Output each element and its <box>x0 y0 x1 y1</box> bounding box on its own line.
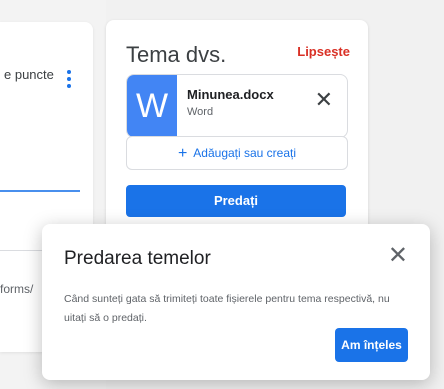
word-file-icon: W <box>127 75 177 137</box>
remove-file-icon[interactable]: ✕ <box>315 89 333 111</box>
turn-in-highlight: Predați <box>122 180 350 222</box>
your-work-title: Tema dvs. <box>126 42 227 67</box>
underline-divider <box>0 190 80 192</box>
add-or-create-label: Adăugați sau creați <box>193 146 297 160</box>
missing-status: Lipsește <box>297 44 350 59</box>
forms-link-fragment[interactable]: forms/ <box>0 282 33 296</box>
got-it-button[interactable]: Am înțeles <box>335 328 408 362</box>
turn-in-tip-dialog: Predarea temelor ✕ Când sunteți gata să … <box>42 224 430 380</box>
add-or-create-button[interactable]: + Adăugați sau creați <box>126 136 348 170</box>
file-name: Minunea.docx <box>187 87 274 102</box>
more-options-icon[interactable] <box>66 70 72 88</box>
dialog-body: Când sunteți gata să trimiteți toate fiș… <box>64 293 390 324</box>
dialog-title: Predarea temelor <box>64 248 211 269</box>
attached-file[interactable]: W Minunea.docx Word ✕ <box>126 74 348 138</box>
points-label: e puncte <box>4 67 54 82</box>
turn-in-button[interactable]: Predați <box>126 185 346 217</box>
file-type: Word <box>187 106 214 118</box>
plus-icon: + <box>177 145 188 162</box>
close-icon[interactable]: ✕ <box>388 244 408 268</box>
